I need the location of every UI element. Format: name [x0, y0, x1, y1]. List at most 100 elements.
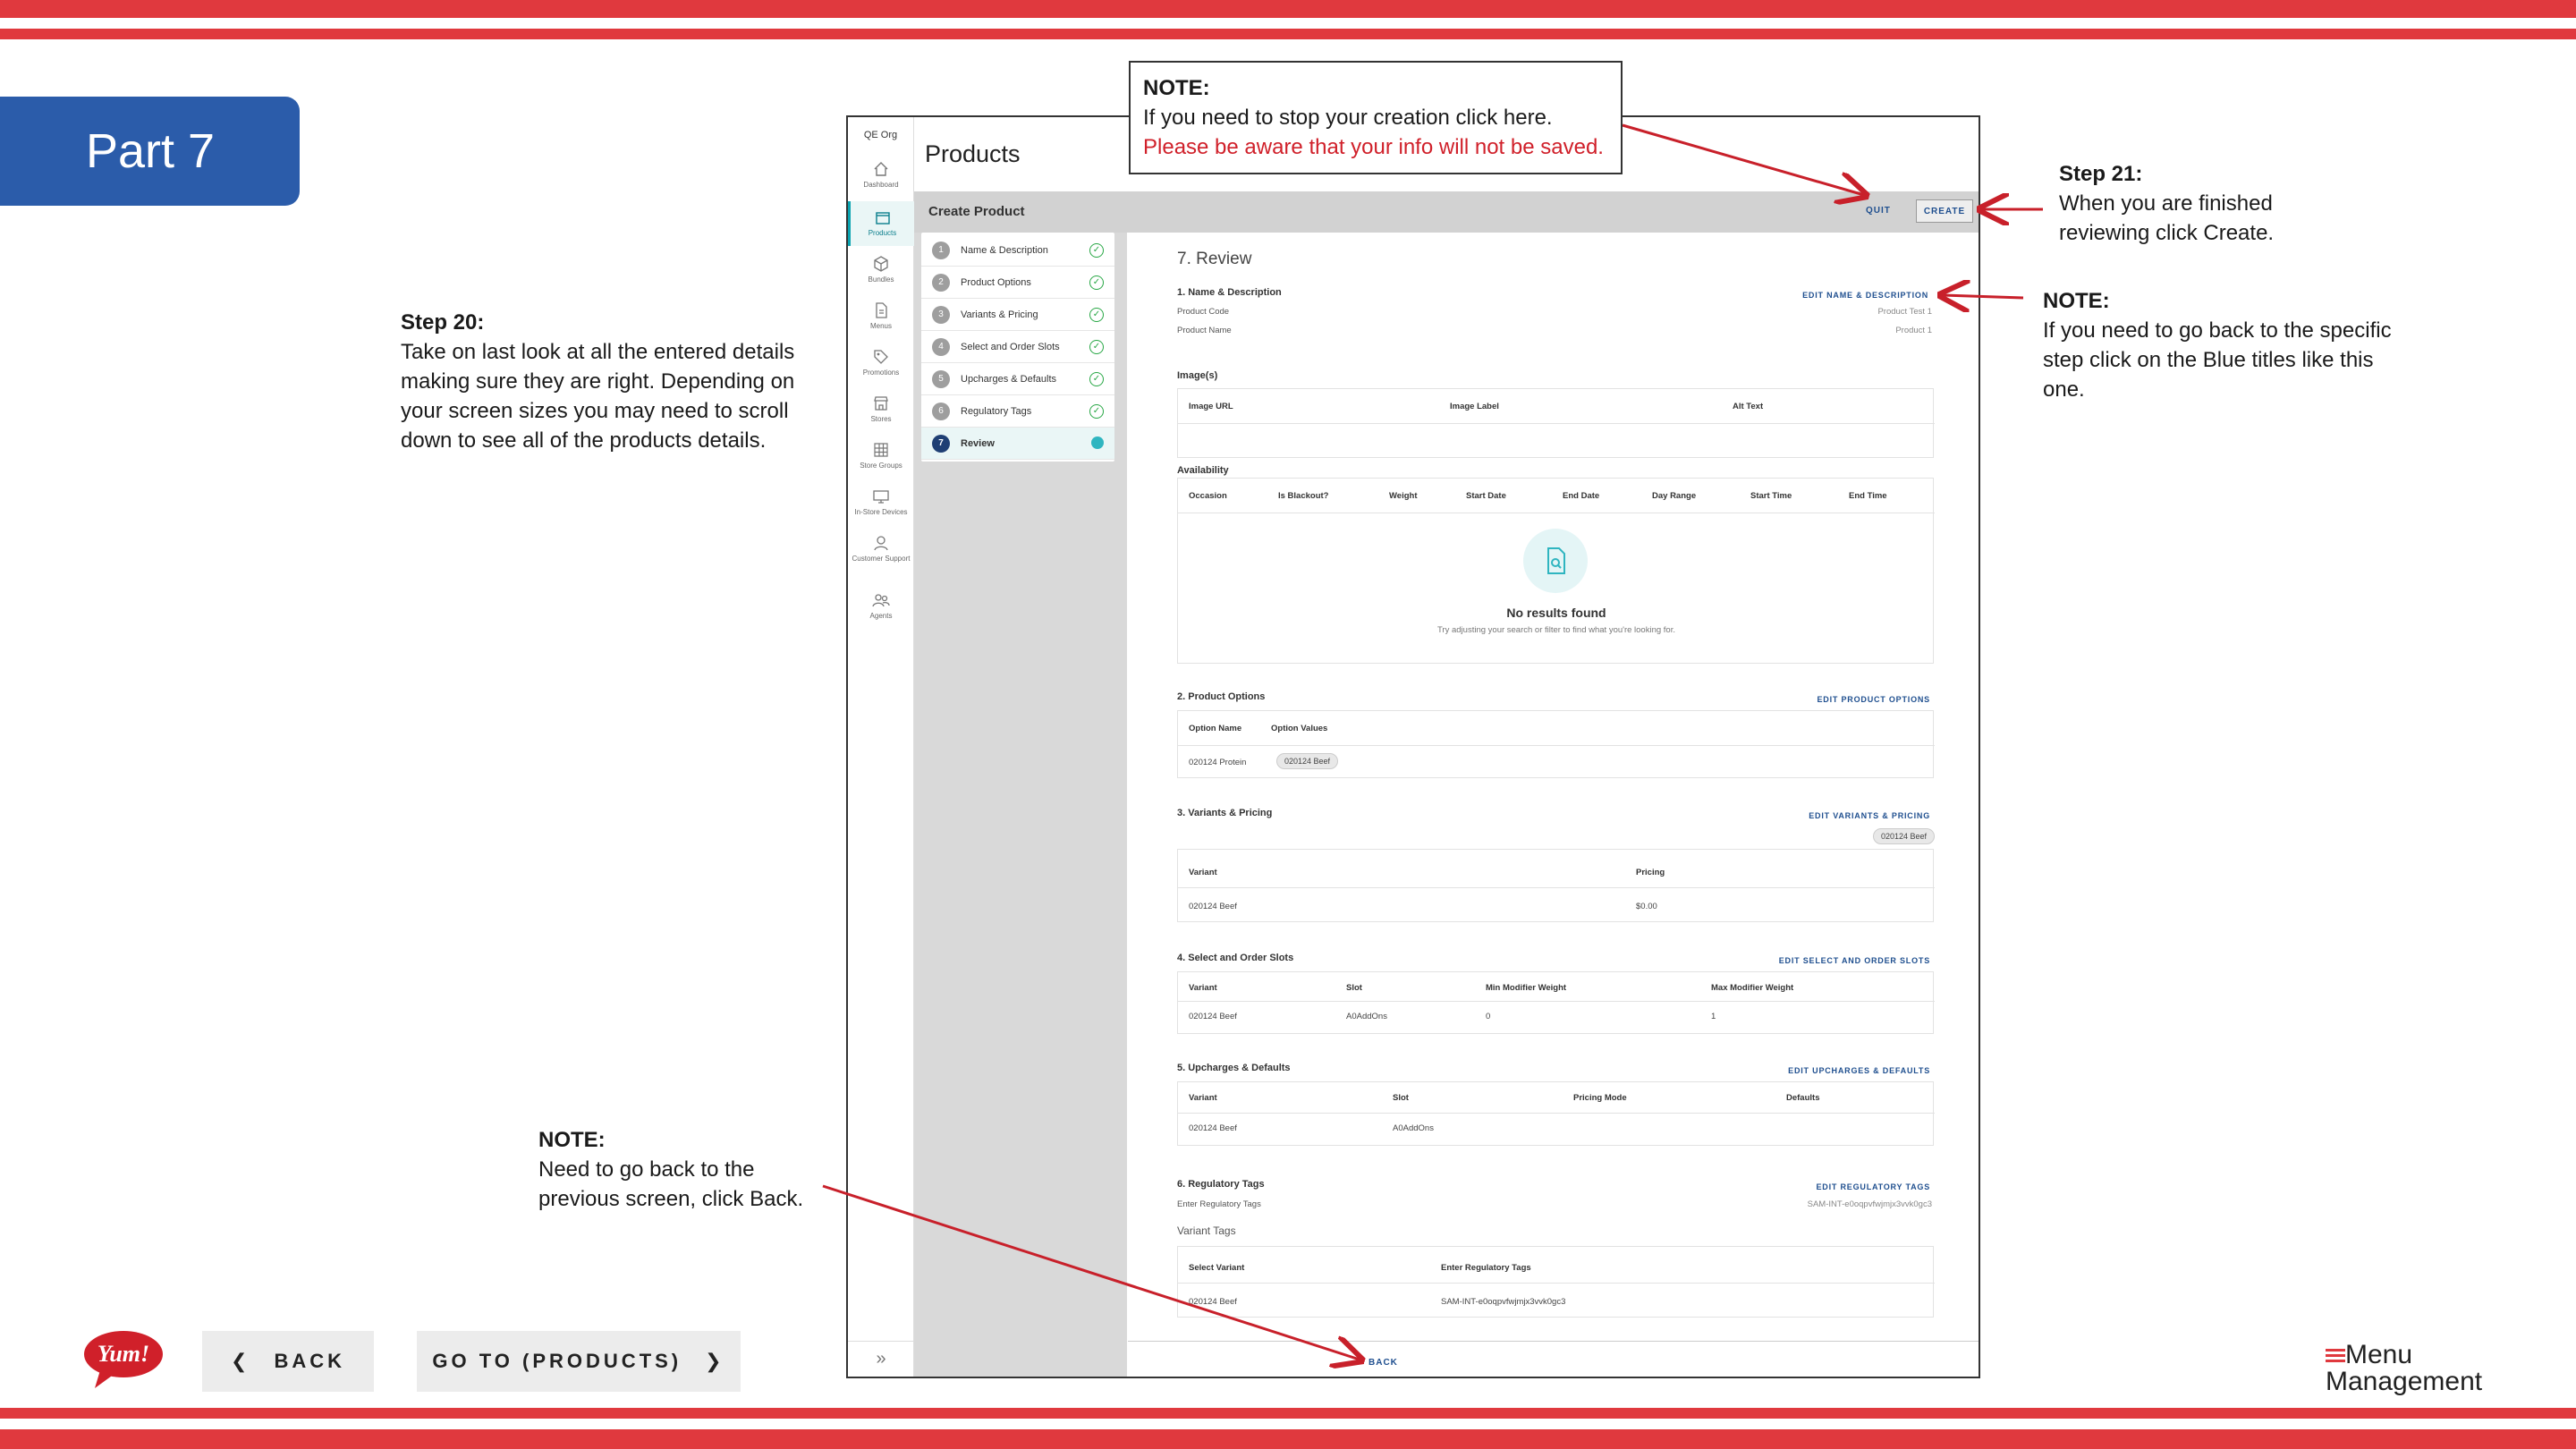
availability-heading: Availability: [1177, 465, 1229, 476]
footer-divider: [1128, 1341, 1979, 1342]
step-label: Name & Description: [961, 244, 1048, 256]
availability-col-start-date: Start Date: [1466, 491, 1506, 501]
step-item-regulatory-tags[interactable]: 6 Regulatory Tags ✓: [921, 395, 1114, 428]
edit-product-options-link[interactable]: EDIT PRODUCT OPTIONS: [1742, 695, 1930, 704]
rail-label: Bundles: [868, 275, 894, 284]
table-divider: [1178, 887, 1935, 888]
note-back-text: Need to go back to the previous screen, …: [538, 1157, 804, 1211]
rail-item-dashboard[interactable]: Dashboard: [848, 157, 914, 196]
images-col-alt: Alt Text: [1733, 402, 1764, 411]
upcharges-row-variant: 020124 Beef: [1189, 1123, 1237, 1133]
note-back-title: NOTE:: [538, 1128, 606, 1152]
edit-upcharges-defaults-link[interactable]: EDIT UPCHARGES & DEFAULTS: [1707, 1066, 1930, 1075]
regulatory-tags-value: SAM-INT-e0oqpvfwjmjx3vvk0gc3: [1807, 1199, 1932, 1209]
note-quit-warning: Please be aware that your info will not …: [1143, 135, 1604, 159]
users-icon: [872, 594, 890, 607]
step-item-variants-pricing[interactable]: 3 Variants & Pricing ✓: [921, 299, 1114, 331]
search-document-icon: [1547, 547, 1565, 574]
step20-annotation: Step 20: Take on last look at all the en…: [401, 308, 812, 455]
rail-item-products[interactable]: Products: [848, 201, 914, 246]
edit-select-order-slots-link[interactable]: EDIT SELECT AND ORDER SLOTS: [1707, 956, 1930, 965]
edit-variants-pricing-link[interactable]: EDIT VARIANTS & PRICING: [1742, 811, 1930, 820]
rail-label: Products: [868, 229, 897, 237]
regulatory-tags-label: Enter Regulatory Tags: [1177, 1199, 1261, 1209]
step-number: 6: [932, 402, 950, 420]
step-item-upcharges-defaults[interactable]: 5 Upcharges & Defaults ✓: [921, 363, 1114, 395]
step-item-name-description[interactable]: 1 Name & Description ✓: [921, 234, 1114, 267]
bottom-stripe-thin: [0, 1408, 2576, 1419]
variant-tags-heading: Variant Tags: [1177, 1224, 1236, 1237]
collapse-rail-icon[interactable]: »: [848, 1341, 914, 1369]
cube-icon: [874, 256, 888, 272]
table-divider: [1178, 1283, 1935, 1284]
review-back-button[interactable]: BACK: [1368, 1358, 1398, 1368]
variants-col-pricing: Pricing: [1636, 868, 1665, 877]
rail-item-promotions[interactable]: Promotions: [848, 344, 914, 384]
rail-item-stores[interactable]: Stores: [848, 391, 914, 430]
rail-item-bundles[interactable]: Bundles: [848, 251, 914, 291]
bottom-stripe: [0, 1429, 2576, 1449]
brand-line1: Menu: [2345, 1340, 2413, 1369]
availability-col-day-range: Day Range: [1652, 491, 1697, 501]
section-upcharges-defaults-heading: 5. Upcharges & Defaults: [1177, 1063, 1291, 1073]
availability-col-start-time: Start Time: [1750, 491, 1792, 501]
goto-products-button[interactable]: GO TO (PRODUCTS) ❯: [417, 1331, 741, 1392]
note-quit-annotation: NOTE: If you need to stop your creation …: [1129, 61, 1623, 174]
product-options-table: Option Name Option Values 020124 Protein…: [1177, 710, 1935, 778]
upcharges-col-slot: Slot: [1393, 1093, 1409, 1103]
images-col-url: Image URL: [1189, 402, 1233, 411]
document-icon: [876, 302, 887, 318]
rail-label: In-Store Devices: [854, 508, 908, 516]
step-number: 3: [932, 305, 950, 324]
brand-line2: Management: [2326, 1367, 2483, 1396]
step-item-product-options[interactable]: 2 Product Options ✓: [921, 267, 1114, 299]
rail-label: Store Groups: [860, 462, 902, 470]
back-nav-label: BACK: [274, 1350, 345, 1372]
support-icon: [874, 536, 888, 551]
step-number: 7: [932, 434, 950, 453]
rail-label: Menus: [869, 322, 892, 330]
note-edit-title: NOTE:: [2043, 289, 2110, 313]
create-button[interactable]: CREATE: [1916, 199, 1973, 223]
rail-item-customer-support[interactable]: Customer Support: [848, 530, 914, 580]
product-name-value: Product 1: [1895, 326, 1932, 335]
app-window: QE Org Dashboard Products Bundles Menus …: [846, 115, 1980, 1378]
option-value-chip: 020124 Beef: [1276, 753, 1339, 769]
step-item-select-order-slots[interactable]: 4 Select and Order Slots ✓: [921, 331, 1114, 363]
rail-item-store-groups[interactable]: Store Groups: [848, 437, 914, 477]
step-number: 2: [932, 273, 950, 292]
images-table: Image URL Image Label Alt Text: [1177, 388, 1935, 458]
quit-button[interactable]: QUIT: [1866, 206, 1891, 216]
slots-col-variant: Variant: [1189, 983, 1217, 993]
top-stripe-thin: [0, 29, 2576, 39]
slots-row-max: 1: [1711, 1012, 1716, 1021]
section-variants-pricing-heading: 3. Variants & Pricing: [1177, 808, 1273, 818]
rail-item-menus[interactable]: Menus: [848, 298, 914, 337]
section-product-options-heading: 2. Product Options: [1177, 691, 1266, 702]
table-divider: [1178, 745, 1935, 746]
note-quit-title: NOTE:: [1143, 76, 1210, 100]
table-divider: [1178, 1113, 1935, 1114]
step-item-review[interactable]: 7 Review: [921, 428, 1114, 460]
home-icon: [874, 162, 888, 176]
table-divider: [1178, 1001, 1935, 1002]
step-number: 1: [932, 241, 950, 259]
rail-label: Agents: [869, 612, 893, 620]
availability-col-end-time: End Time: [1849, 491, 1887, 501]
grid-icon: [874, 443, 888, 457]
upcharges-col-defaults: Defaults: [1786, 1093, 1820, 1103]
edit-regulatory-tags-link[interactable]: EDIT REGULATORY TAGS: [1742, 1182, 1930, 1191]
nav-rail: QE Org Dashboard Products Bundles Menus …: [848, 117, 914, 1377]
create-product-header: [914, 191, 1979, 233]
slots-row-min: 0: [1486, 1012, 1491, 1021]
options-row-name: 020124 Protein: [1189, 758, 1247, 767]
slots-row-slot: A0AddOns: [1346, 1012, 1387, 1021]
edit-name-description-link[interactable]: EDIT NAME & DESCRIPTION: [1742, 291, 1928, 300]
variants-pricing-table: Variant Pricing 020124 Beef $0.00: [1177, 849, 1935, 922]
empty-state-title: No results found: [1506, 606, 1606, 620]
step21-annotation: Step 21: When you are finished reviewing…: [2059, 159, 2327, 248]
rail-item-in-store-devices[interactable]: In-Store Devices: [848, 484, 914, 523]
rail-item-agents[interactable]: Agents: [848, 588, 914, 627]
svg-text:Yum!: Yum!: [97, 1341, 149, 1367]
back-nav-button[interactable]: ❮ BACK: [202, 1331, 374, 1392]
